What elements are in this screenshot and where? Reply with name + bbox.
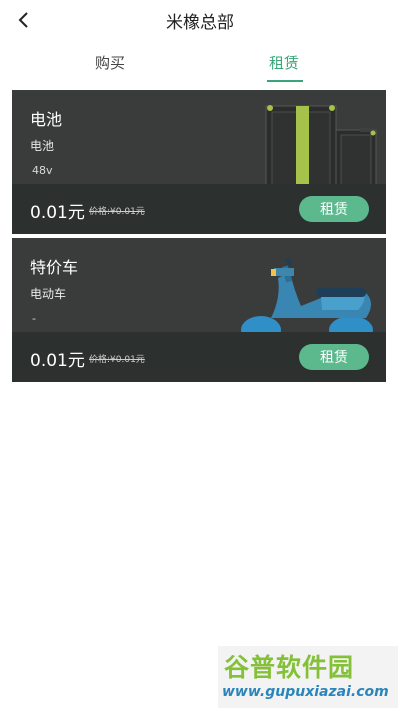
tab-rent[interactable]: 租赁 [269,52,299,73]
product-subtitle: 电动车 [30,287,67,301]
product-name: 特价车 [30,258,79,277]
active-tab-indicator [267,80,303,82]
rent-button[interactable]: 租赁 [299,344,369,370]
watermark-url: www.gupuxiazai.com [222,684,389,700]
header-bar: 米橡总部 [0,0,400,40]
card-footer: 0.01元 价格:¥0.01元 租赁 [12,184,386,234]
product-card-battery[interactable]: 电池 电池 48v 0.01元 价格:¥0.01元 租赁 [12,90,386,234]
tab-buy[interactable]: 购买 [95,52,125,73]
product-card-scooter[interactable]: 特价车 电动车 - 0.01元 价格:¥0.01元 租赁 [12,238,386,382]
watermark-logo: 谷普软件园 www.gupuxiazai.com [218,646,398,708]
battery-illustration [265,105,377,184]
rental-price: 0.01元 [30,203,85,223]
page-title: 米橡总部 [166,13,234,33]
product-spec: - [32,312,36,325]
rent-button[interactable]: 租赁 [299,196,369,222]
card-header: 电池 电池 48v [12,90,386,184]
rental-price: 0.01元 [30,351,85,371]
product-subtitle: 电池 [30,139,55,153]
tab-bar: 购买 租赁 [0,46,400,82]
original-price: 价格:¥0.01元 [89,207,145,217]
product-spec: 48v [32,164,53,177]
original-price: 价格:¥0.01元 [89,355,145,365]
watermark-text: 谷普软件园 [224,653,355,682]
card-footer: 0.01元 价格:¥0.01元 租赁 [12,332,386,382]
scooter-illustration [241,258,373,332]
product-name: 电池 [30,110,63,129]
card-header: 特价车 电动车 - [12,238,386,332]
